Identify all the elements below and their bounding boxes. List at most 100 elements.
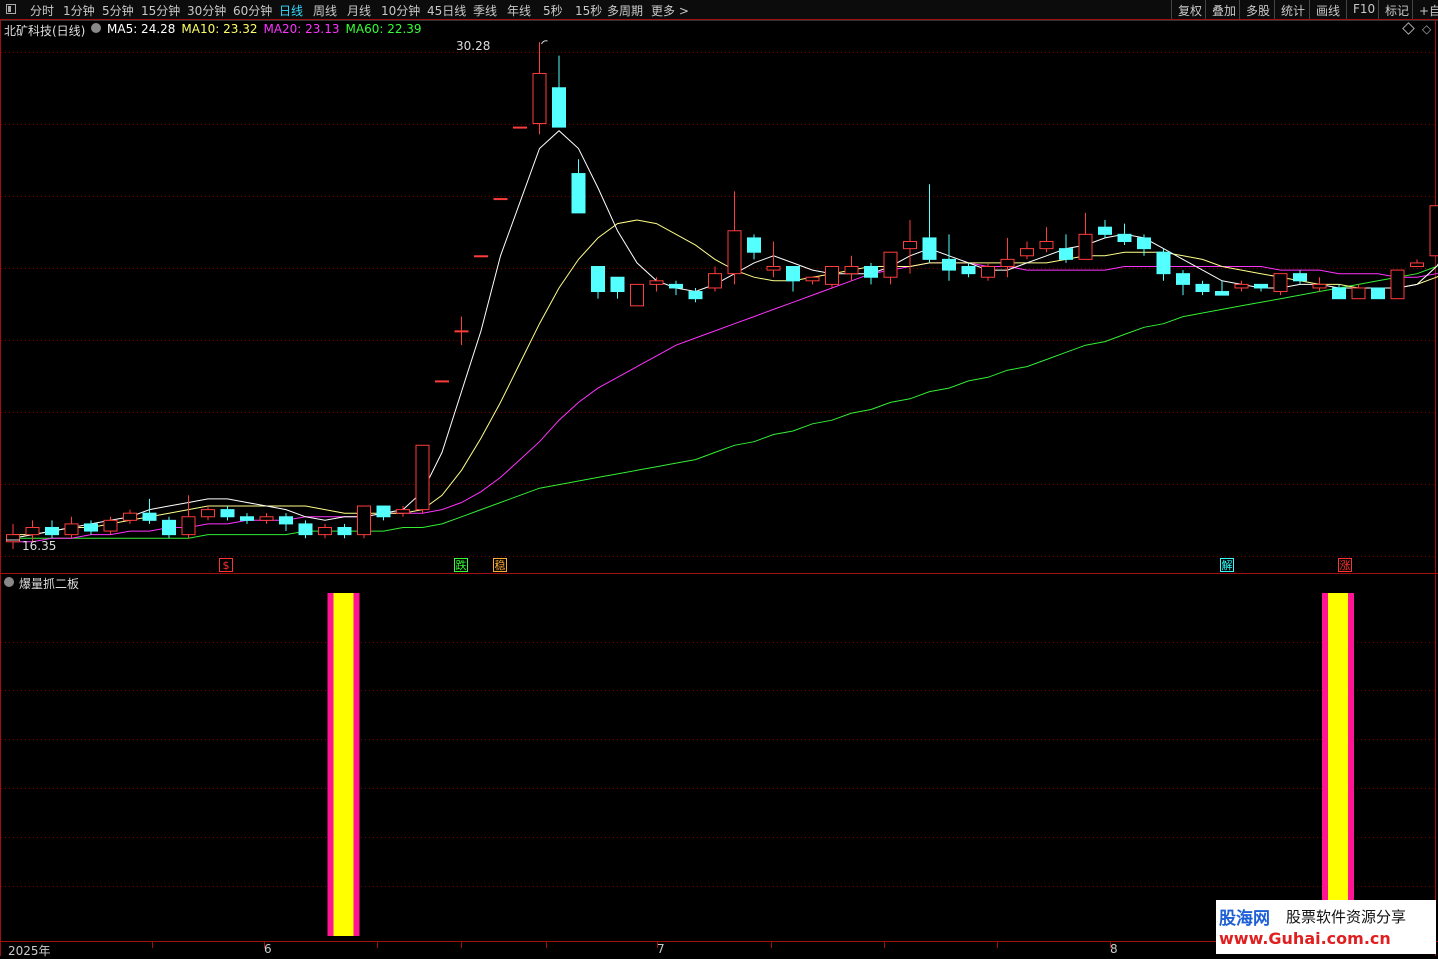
candle-body-44 <box>864 266 878 278</box>
kline-chart[interactable] <box>0 0 1438 956</box>
ma20-line <box>13 262 1438 543</box>
time-axis-label-1: 6 <box>264 942 272 956</box>
ma-label-3: MA60: 22.39 <box>345 22 422 36</box>
candle-body-26 <box>513 126 527 129</box>
candle-body-56 <box>1098 226 1112 235</box>
candle-body-36 <box>708 273 722 289</box>
candle-body-57 <box>1117 233 1132 242</box>
candle-body-51 <box>1000 258 1015 268</box>
ma-label-2: MA20: 23.13 <box>263 22 340 36</box>
candle-body-58 <box>1137 237 1151 250</box>
candle-body-33 <box>649 280 664 285</box>
candle-body-20 <box>396 509 410 514</box>
ma60-line <box>13 265 1438 539</box>
ma10-line <box>13 219 1438 536</box>
candle-body-65 <box>1273 273 1288 293</box>
candle-body-21 <box>415 444 430 511</box>
candle-body-54 <box>1059 248 1073 260</box>
candle-body-40 <box>786 266 800 282</box>
expand-icon[interactable]: ◇ <box>1422 22 1431 36</box>
signal-marker-2[interactable]: 稳 <box>493 558 507 572</box>
candle-body-61 <box>1195 283 1210 293</box>
indicator-title: 爆量抓二板 <box>19 577 80 591</box>
stock-title: 北矿科技(日线) <box>4 24 86 38</box>
candle-body-0 <box>6 534 20 543</box>
candle-body-25 <box>493 198 508 201</box>
signal-marker-4[interactable]: 涨 <box>1338 558 1352 572</box>
time-axis-label-2: 7 <box>657 942 665 956</box>
candle-body-28 <box>552 87 566 128</box>
candle-body-24 <box>474 255 488 258</box>
candle-body-71 <box>1390 269 1405 300</box>
time-axis-label-3: 8 <box>1110 942 1118 956</box>
candle-body-15 <box>298 523 313 536</box>
ma-legend: MA5: 24.28 MA10: 23.32 MA20: 23.13 MA60: 22… <box>107 22 428 36</box>
candle-body-10 <box>201 509 215 518</box>
signal-marker-3[interactable]: 解 <box>1220 558 1234 572</box>
watermark-slogan: 股票软件资源分享 <box>1286 908 1407 926</box>
candle-body-12 <box>240 516 254 521</box>
candle-body-1 <box>25 526 40 536</box>
candle-body-47 <box>922 237 937 260</box>
candle-body-19 <box>376 505 391 518</box>
candle-body-7 <box>142 512 157 521</box>
candle-body-39 <box>766 266 781 271</box>
candle-body-70 <box>1371 287 1385 300</box>
candle-body-52 <box>1020 248 1034 257</box>
indicator-bar-inner-0 <box>333 593 354 936</box>
candle-body-27 <box>532 72 547 125</box>
candle-body-67 <box>1312 283 1327 289</box>
candle-body-31 <box>610 276 625 293</box>
candle-body-55 <box>1078 233 1093 260</box>
candle-body-3 <box>64 523 79 536</box>
candle-body-35 <box>688 291 703 300</box>
candle-body-2 <box>45 526 59 536</box>
candle-body-29 <box>571 173 586 214</box>
high-marker <box>541 40 548 45</box>
candle-body-45 <box>883 251 898 278</box>
candle-body-64 <box>1254 283 1268 289</box>
candle-body-46 <box>903 240 917 250</box>
candle-body-22 <box>435 380 449 383</box>
candle-body-38 <box>747 237 761 253</box>
candle-body-69 <box>1351 287 1366 300</box>
high-price-label: 30.28 <box>456 39 491 53</box>
candle-body-66 <box>1293 273 1307 282</box>
candle-body-17 <box>337 526 352 536</box>
candle-body-72 <box>1410 262 1424 268</box>
candle-body-49 <box>961 266 976 275</box>
signal-marker-0[interactable]: $ <box>219 558 233 572</box>
candle-body-53 <box>1039 240 1054 250</box>
candle-body-60 <box>1176 273 1190 285</box>
candle-body-4 <box>84 523 98 532</box>
candle-body-16 <box>318 526 332 536</box>
candle-body-23 <box>454 330 469 333</box>
ma5-line <box>12 130 1438 539</box>
candle-body-73 <box>1429 205 1438 257</box>
signal-marker-1[interactable]: 跌 <box>454 558 468 572</box>
candle-body-8 <box>162 519 176 536</box>
candle-body-14 <box>279 516 293 525</box>
candle-body-6 <box>123 512 137 521</box>
ma-label-1: MA10: 23.32 <box>181 22 258 36</box>
candle-body-13 <box>259 516 274 521</box>
time-axis-label-0: 2025年 <box>8 944 51 958</box>
candle-body-30 <box>591 266 605 293</box>
candle-body-42 <box>825 266 839 285</box>
indicator-bar-inner-1 <box>1328 593 1348 936</box>
candle-body-59 <box>1156 251 1171 275</box>
ma-toggle-icon[interactable] <box>91 23 101 33</box>
candle-body-63 <box>1234 283 1249 289</box>
candle-body-62 <box>1215 291 1229 296</box>
candle-body-37 <box>727 230 742 275</box>
watermark-url: www.Guhai.com.cn <box>1219 929 1391 948</box>
candle-body-18 <box>357 505 371 536</box>
watermark-brand: 股海网 <box>1219 909 1270 929</box>
watermark: 股海网 股票软件资源分享 www.Guhai.com.cn <box>1216 900 1436 954</box>
candle-body-41 <box>805 276 820 282</box>
indicator-toggle-icon[interactable] <box>4 577 14 587</box>
candle-body-43 <box>844 266 859 275</box>
low-price-label: 16.35 <box>22 539 57 553</box>
candle-body-5 <box>103 519 118 532</box>
candle-body-11 <box>220 509 235 518</box>
